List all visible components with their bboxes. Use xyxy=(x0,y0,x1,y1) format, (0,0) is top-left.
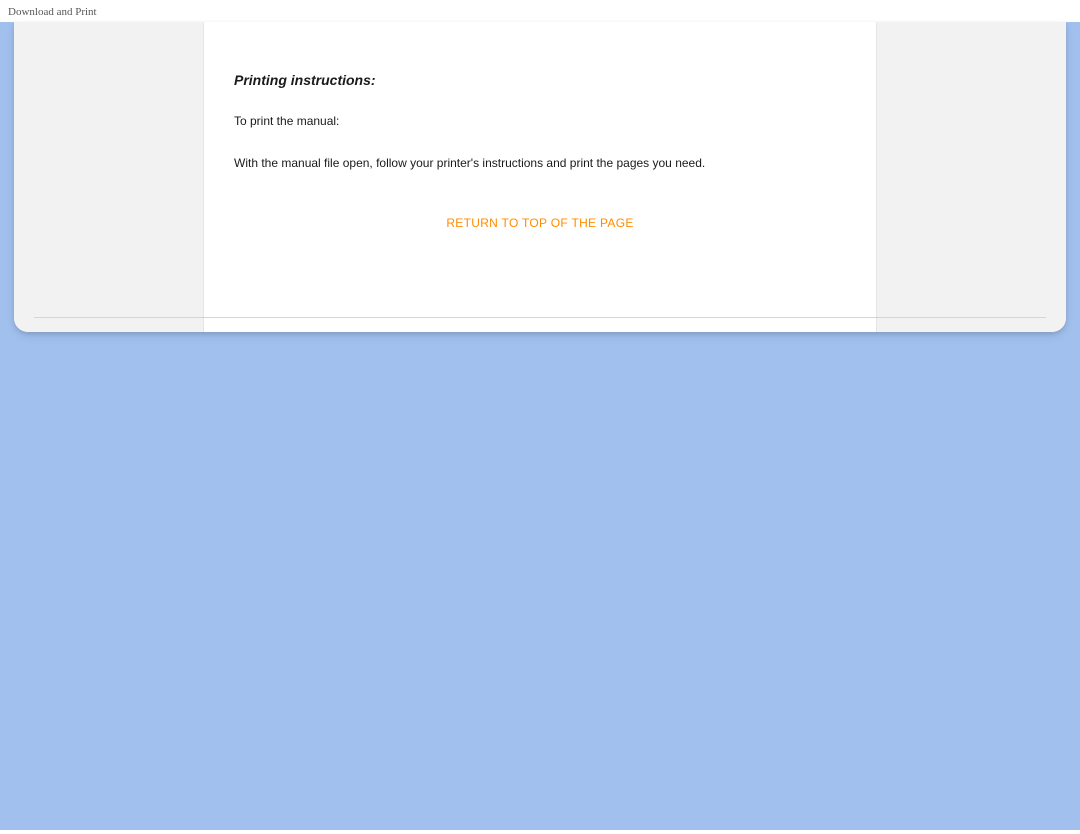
instruction-text: With the manual file open, follow your p… xyxy=(234,154,846,172)
card-divider xyxy=(34,317,1046,318)
right-sidebar xyxy=(876,22,1066,332)
main-content: Printing instructions: To print the manu… xyxy=(204,22,876,332)
content-card: Printing instructions: To print the manu… xyxy=(14,22,1066,332)
intro-text: To print the manual: xyxy=(234,112,846,130)
left-sidebar xyxy=(14,22,204,332)
page-background: Printing instructions: To print the manu… xyxy=(0,22,1080,830)
section-heading: Printing instructions: xyxy=(234,72,846,88)
return-to-top-link[interactable]: RETURN TO TOP OF THE PAGE xyxy=(234,216,846,230)
page-header-label: Download and Print xyxy=(0,0,1080,22)
